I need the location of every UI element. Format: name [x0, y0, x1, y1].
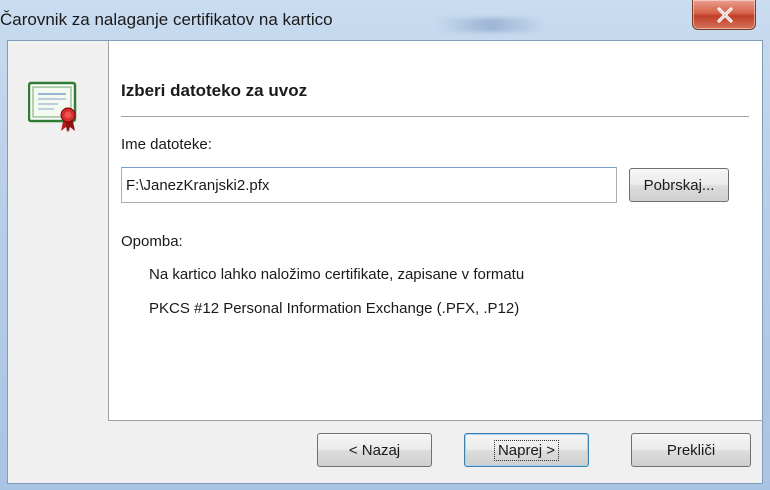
wizard-side-panel	[8, 41, 109, 421]
window-title: Čarovnik za nalaganje certifikatov na ka…	[0, 10, 333, 29]
heading-divider	[121, 116, 749, 117]
note-line-1: Na kartico lahko naložimo certifikate, z…	[149, 266, 525, 283]
note-label: Opomba:	[121, 233, 183, 250]
wizard-content: Izberi datoteko za uvoz Ime datoteke: Po…	[109, 41, 762, 421]
next-button-label: Naprej >	[493, 439, 560, 461]
file-name-input[interactable]	[121, 167, 617, 203]
certificate-icon	[28, 81, 77, 132]
file-name-label: Ime datoteke:	[121, 136, 212, 153]
title-bar[interactable]: Čarovnik za nalaganje certifikatov na ka…	[0, 0, 770, 38]
page-heading: Izberi datoteko za uvoz	[121, 81, 308, 100]
note-line-2: PKCS #12 Personal Information Exchange (…	[149, 300, 520, 317]
wizard-window: Čarovnik za nalaganje certifikatov na ka…	[0, 0, 770, 490]
cancel-button[interactable]: Prekliči	[631, 433, 751, 467]
browse-button[interactable]: Pobrskaj...	[629, 168, 729, 202]
wizard-client-area: Izberi datoteko za uvoz Ime datoteke: Po…	[7, 40, 763, 484]
title-blur-decoration	[436, 18, 546, 32]
close-button[interactable]	[692, 0, 756, 30]
close-icon	[717, 7, 733, 23]
back-button[interactable]: < Nazaj	[317, 433, 432, 467]
next-button[interactable]: Naprej >	[464, 433, 589, 467]
